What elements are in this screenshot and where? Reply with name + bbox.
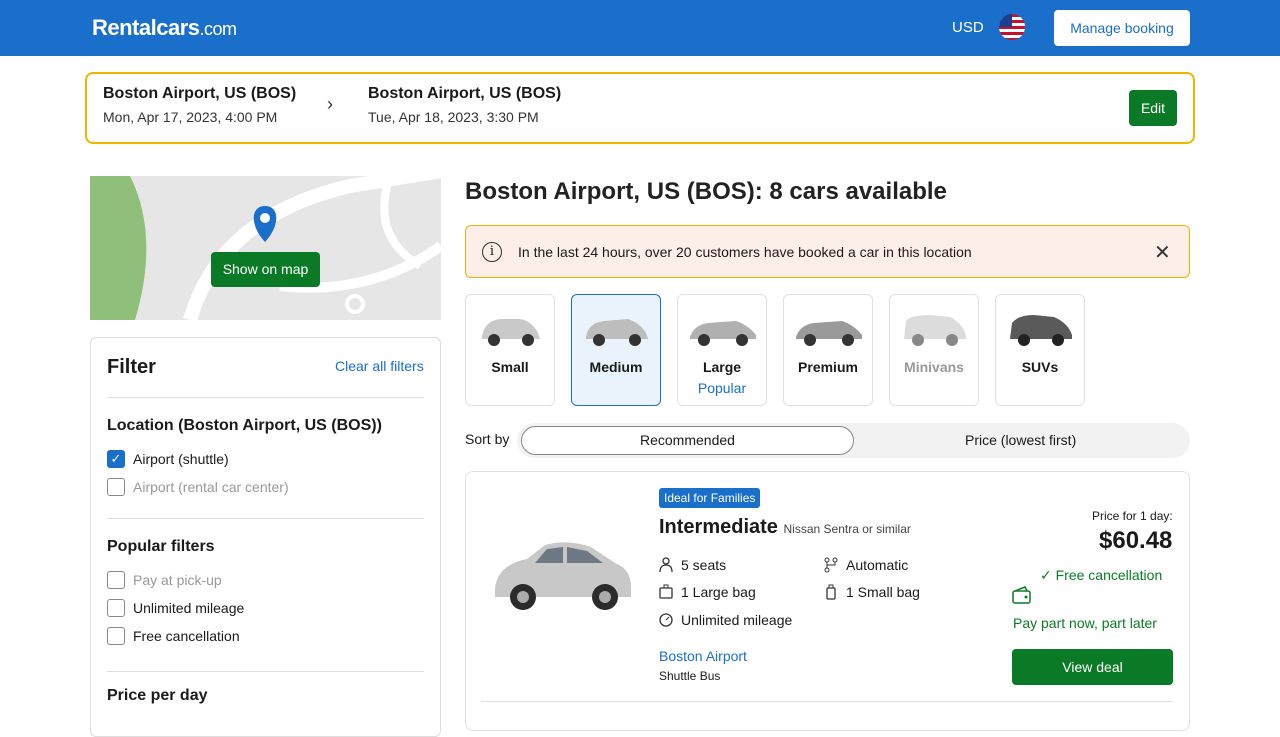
rentalcars-logo[interactable]: Rentalcars.com xyxy=(92,15,237,41)
filter-label: Airport (rental car center) xyxy=(133,479,289,495)
category-small[interactable]: Small xyxy=(465,294,555,406)
location-filter-heading: Location (Boston Airport, US (BOS)) xyxy=(107,417,382,434)
speedometer-icon xyxy=(659,613,673,627)
edit-search-button[interactable]: Edit xyxy=(1129,90,1177,126)
checkbox-checked[interactable]: ✓ xyxy=(107,450,125,468)
category-medium[interactable]: Medium xyxy=(571,294,661,406)
large-bag-text: 1 Large bag xyxy=(681,584,756,600)
gearshift-icon xyxy=(824,557,838,573)
category-large[interactable]: Large Popular xyxy=(677,294,767,406)
suitcase-icon xyxy=(659,584,673,599)
small-bag-icon xyxy=(826,584,836,600)
pickup-location[interactable]: Boston Airport, US (BOS) xyxy=(103,85,296,103)
category-label: Minivans xyxy=(904,359,964,375)
category-label: Large xyxy=(702,359,742,375)
seats-text: 5 seats xyxy=(681,557,727,573)
dropoff-location[interactable]: Boston Airport, US (BOS) xyxy=(368,85,561,103)
spec-transmission: Automatic xyxy=(824,557,908,573)
car-icon xyxy=(1010,315,1072,346)
free-cancellation-text: Free cancellation xyxy=(1055,567,1163,583)
category-suvs[interactable]: SUVs xyxy=(995,294,1085,406)
car-icon xyxy=(690,321,756,346)
top-header: Rentalcars.com USD Manage booking xyxy=(0,0,1280,56)
free-cancellation-note: ✓ Free cancellation xyxy=(1040,567,1162,584)
filter-title: Filter xyxy=(107,356,156,378)
pickup-location-link[interactable]: Boston Airport xyxy=(659,648,747,664)
currency-selector[interactable]: USD xyxy=(952,19,984,36)
us-flag-icon[interactable] xyxy=(999,14,1025,40)
spec-small-bag: 1 Small bag xyxy=(824,584,920,600)
car-model: Nissan Sentra or similar xyxy=(783,522,911,536)
checkbox[interactable] xyxy=(107,571,125,589)
pay-part-now-note: Pay part now, part later xyxy=(1013,615,1157,631)
clear-all-filters-link[interactable]: Clear all filters xyxy=(335,358,424,374)
filter-label: Unlimited mileage xyxy=(133,600,245,616)
popular-tag: Popular xyxy=(697,380,747,396)
divider xyxy=(107,397,424,398)
checkbox[interactable] xyxy=(107,478,125,496)
person-icon xyxy=(659,557,673,573)
logo-suffix: .com xyxy=(199,19,238,39)
logo-text: Rentalcars xyxy=(92,15,200,40)
transmission-text: Automatic xyxy=(846,557,909,573)
divider xyxy=(107,518,424,519)
spec-mileage: Unlimited mileage xyxy=(659,612,792,628)
sort-by-label: Sort by xyxy=(465,431,510,447)
car-icon xyxy=(904,315,966,346)
category-premium[interactable]: Premium xyxy=(783,294,873,406)
ideal-for-families-badge: Ideal for Families xyxy=(659,488,761,508)
popular-filters-heading: Popular filters xyxy=(107,538,215,555)
category-label: Medium xyxy=(589,359,643,375)
manage-booking-button[interactable]: Manage booking xyxy=(1054,10,1190,46)
close-icon[interactable]: ✕ xyxy=(1154,240,1171,265)
category-label: Small xyxy=(491,359,529,375)
car-icon xyxy=(482,319,540,346)
dropoff-datetime[interactable]: Tue, Apr 18, 2023, 3:30 PM xyxy=(368,109,539,125)
location-map[interactable] xyxy=(90,176,441,320)
info-icon: i xyxy=(482,242,502,262)
checkbox[interactable] xyxy=(107,627,125,645)
spec-seats: 5 seats xyxy=(659,557,726,573)
car-class: Intermediate xyxy=(659,516,778,538)
view-deal-button[interactable]: View deal xyxy=(1012,649,1173,685)
wallet-icon xyxy=(1012,586,1031,604)
divider xyxy=(107,671,424,672)
small-bag-text: 1 Small bag xyxy=(846,584,920,600)
car-class-title: Intermediate Nissan Sentra or similar xyxy=(659,516,911,539)
category-label: Premium xyxy=(798,359,858,375)
show-on-map-button[interactable]: Show on map xyxy=(211,252,320,287)
car-icon xyxy=(586,319,648,346)
alert-text: In the last 24 hours, over 20 customers … xyxy=(518,244,972,260)
pickup-datetime[interactable]: Mon, Apr 17, 2023, 4:00 PM xyxy=(103,109,277,125)
category-minivans[interactable]: Minivans xyxy=(889,294,979,406)
map-graphic xyxy=(90,176,441,320)
spec-large-bag: 1 Large bag xyxy=(659,584,756,600)
checkmark-icon: ✓ xyxy=(1040,567,1056,583)
sort-price-lowest[interactable]: Price (lowest first) xyxy=(965,432,1076,448)
search-summary: Boston Airport, US (BOS) Mon, Apr 17, 20… xyxy=(85,72,1195,144)
filter-airport-rental-center[interactable]: Airport (rental car center) xyxy=(107,478,289,496)
price-for-label: Price for 1 day: xyxy=(1092,509,1173,523)
checkbox[interactable] xyxy=(107,599,125,617)
price-value: $60.48 xyxy=(1099,527,1173,554)
mileage-text: Unlimited mileage xyxy=(681,612,793,628)
divider xyxy=(481,701,1173,702)
chevron-right-icon: › xyxy=(327,94,333,114)
filter-pay-at-pickup[interactable]: Pay at pick-up xyxy=(107,571,222,589)
category-label: SUVs xyxy=(1021,359,1059,375)
filter-free-cancellation[interactable]: Free cancellation xyxy=(107,627,240,645)
car-image[interactable] xyxy=(487,503,637,633)
car-icon xyxy=(796,321,862,346)
shuttle-bus-text: Shuttle Bus xyxy=(659,669,721,683)
sort-recommended[interactable]: Recommended xyxy=(640,432,735,448)
filter-airport-shuttle[interactable]: ✓ Airport (shuttle) xyxy=(107,450,229,468)
filter-unlimited-mileage[interactable]: Unlimited mileage xyxy=(107,599,244,617)
results-title: Boston Airport, US (BOS): 8 cars availab… xyxy=(465,178,947,205)
price-per-day-heading: Price per day xyxy=(107,687,208,704)
booking-alert: i In the last 24 hours, over 20 customer… xyxy=(465,225,1190,278)
filter-label: Free cancellation xyxy=(133,628,240,644)
filter-label: Pay at pick-up xyxy=(133,572,222,588)
filter-label: Airport (shuttle) xyxy=(133,451,229,467)
